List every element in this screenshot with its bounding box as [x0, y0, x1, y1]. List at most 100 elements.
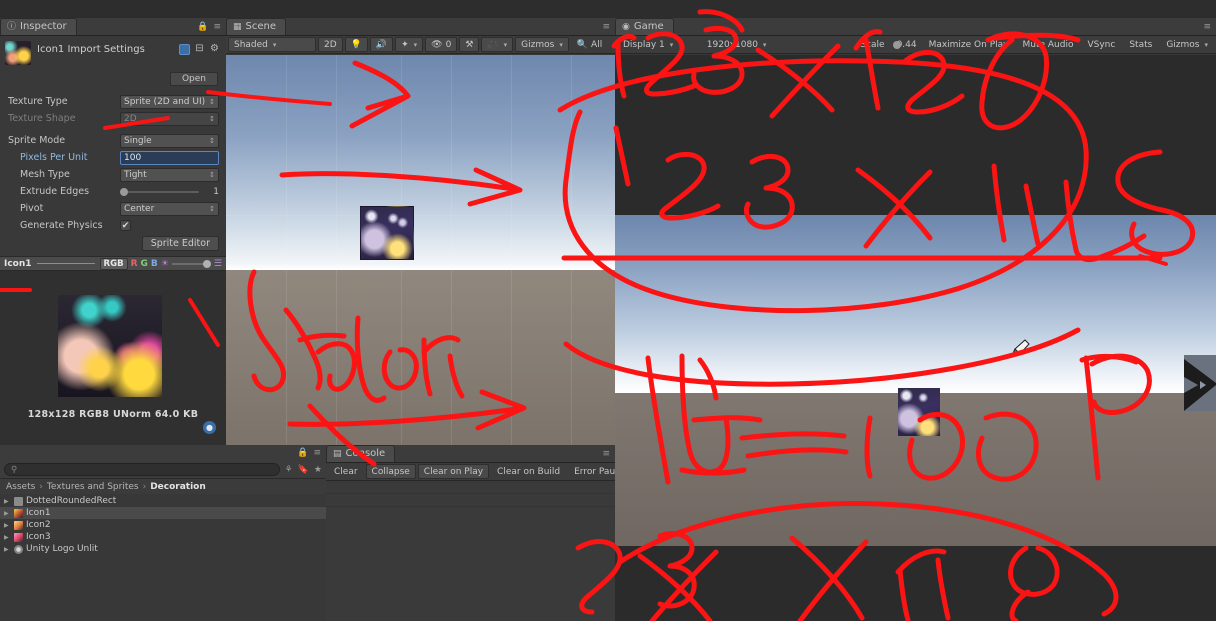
game-tabbar: ◉ Game ≡	[615, 18, 1216, 36]
fx-icon[interactable]: ✦	[395, 37, 424, 52]
list-item[interactable]: ▶ Icon1	[0, 507, 326, 519]
game-sky	[615, 215, 1216, 393]
scale-label: Scale	[860, 39, 885, 50]
pivot-dropdown[interactable]: Center	[120, 201, 219, 216]
stats-button[interactable]: Stats	[1123, 37, 1158, 52]
inspector-header-icons: ⊟ ⚙	[179, 41, 220, 55]
layers-icon[interactable]: ⊟	[194, 44, 205, 55]
chevron-right-icon[interactable]: ▶	[4, 522, 9, 529]
scale-slider-knob[interactable]	[892, 40, 901, 49]
menu-icon[interactable]: ≡	[602, 22, 610, 32]
rect-sprite-icon	[14, 496, 23, 506]
eye-icon[interactable]: 👁 0	[425, 37, 458, 52]
channel-b-toggle[interactable]: B	[151, 259, 158, 269]
sprite-editor-button[interactable]: Sprite Editor	[141, 236, 219, 251]
chevron-right-icon[interactable]: ▶	[4, 546, 9, 553]
lock-icon[interactable]: 🔒	[297, 448, 308, 458]
mute-audio-button[interactable]: Mute Audio	[1016, 37, 1079, 52]
tools-icon[interactable]: ⚒	[459, 37, 480, 52]
tab-console[interactable]: ▤ Console	[326, 445, 396, 462]
chevron-right-icon[interactable]: ▶	[4, 510, 9, 517]
breadcrumb-current: Decoration	[150, 481, 206, 492]
camera-icon[interactable]: 🎥	[481, 37, 514, 52]
scene-sprite-object[interactable]	[360, 206, 414, 260]
inspector-panel: ⓘ Inspector 🔒 ≡ Icon1 Import Settings ⊟ …	[0, 18, 226, 463]
breadcrumb-root[interactable]: Assets	[6, 482, 35, 492]
tab-game[interactable]: ◉ Game	[615, 18, 674, 35]
maximize-on-play-button[interactable]: Maximize On Play	[923, 37, 1015, 52]
channel-g-toggle[interactable]: G	[141, 259, 148, 269]
resolution-dropdown[interactable]: 1920x1080	[701, 37, 853, 52]
channel-r-toggle[interactable]: R	[131, 259, 138, 269]
collapse-button[interactable]: Collapse	[365, 464, 416, 479]
toggle-2d[interactable]: 2D	[318, 37, 343, 52]
slider-track[interactable]	[120, 187, 199, 196]
scene-viewport[interactable]	[226, 55, 615, 445]
menu-icon[interactable]: ≡	[313, 448, 321, 458]
chevron-right-icon[interactable]: ▶	[4, 534, 9, 541]
mip-icon[interactable]: ☰	[214, 259, 222, 269]
game-gizmos-dropdown[interactable]: Gizmos	[1160, 37, 1214, 52]
asset-name: Icon3	[26, 532, 51, 542]
preset-icon[interactable]	[179, 44, 190, 55]
game-viewport[interactable]	[615, 55, 1216, 621]
display-dropdown[interactable]: Display 1	[617, 37, 699, 52]
game-tab-actions: ≡	[1203, 18, 1216, 35]
console-toolbar: Clear Collapse Clear on Play Clear on Bu…	[326, 463, 695, 481]
gizmos-dropdown[interactable]: Gizmos	[515, 37, 569, 52]
console-log-area[interactable]	[326, 481, 615, 621]
asset-name: DottedRoundedRect	[26, 496, 117, 506]
gear-icon[interactable]: ⚙	[209, 44, 220, 55]
list-item[interactable]: ▶ Icon2	[0, 519, 326, 531]
sprite-preview-area: 128x128 RGB8 UNorm 64.0 KB ●	[0, 271, 226, 446]
game-icon: ◉	[622, 21, 630, 32]
inspector-header: Icon1 Import Settings ⊟ ⚙	[0, 36, 226, 72]
list-item[interactable]: ▶ Unity Logo Unlit	[0, 543, 326, 555]
audio-icon[interactable]: 🔊	[369, 37, 394, 52]
sprite-mode-dropdown[interactable]: Single	[120, 133, 219, 148]
inspector-tab-actions: 🔒 ≡	[197, 18, 226, 35]
clear-button[interactable]: Clear	[328, 464, 364, 479]
menu-icon[interactable]: ≡	[213, 22, 221, 32]
project-panel: 🔒 ≡ ⚲ ⚘ 🔖 ★ Assets › Textures and Sprite…	[0, 445, 326, 621]
texture-type-dropdown[interactable]: Sprite (2D and UI)	[120, 94, 219, 109]
menu-icon[interactable]: ≡	[1203, 22, 1211, 32]
breadcrumb-mid[interactable]: Textures and Sprites	[47, 482, 139, 492]
console-row	[326, 481, 615, 494]
draw-mode-dropdown[interactable]: Shaded	[228, 37, 316, 52]
asset-name: Icon1	[26, 508, 51, 518]
lock-icon[interactable]: 🔒	[197, 22, 208, 32]
slider-knob[interactable]	[120, 187, 128, 196]
pixels-per-unit-input[interactable]: 100	[120, 150, 219, 165]
generate-physics-checkbox[interactable]: ✔	[120, 220, 131, 231]
extrude-edges-slider[interactable]: 1	[120, 185, 219, 199]
field-label: Sprite Mode	[8, 135, 66, 146]
tab-scene[interactable]: ▦ Scene	[226, 18, 287, 35]
clear-on-play-button[interactable]: Clear on Play	[417, 464, 490, 479]
vsync-button[interactable]: VSync	[1081, 37, 1121, 52]
alpha-icon[interactable]: ☀	[161, 259, 169, 269]
search-input[interactable]: ⚲	[4, 463, 280, 476]
list-item[interactable]: ▶ DottedRoundedRect	[0, 495, 326, 507]
list-item[interactable]: ▶ Icon3	[0, 531, 326, 543]
filter-icon[interactable]: ⚘	[285, 465, 293, 475]
mesh-type-dropdown[interactable]: Tight	[120, 167, 219, 182]
mip-slider[interactable]	[171, 259, 211, 268]
tab-inspector[interactable]: ⓘ Inspector	[0, 18, 77, 35]
rgb-toggle[interactable]: RGB	[99, 257, 128, 270]
label-icon[interactable]: 🔖	[298, 465, 309, 475]
pick-icon[interactable]: ●	[203, 421, 216, 434]
clear-on-build-button[interactable]: Clear on Build	[491, 464, 566, 479]
mip-slider-knob[interactable]	[202, 259, 211, 268]
light-icon[interactable]: 💡	[344, 37, 368, 52]
icon2-sprite-icon	[14, 520, 23, 530]
chevron-right-icon[interactable]: ▶	[4, 498, 9, 505]
texture-shape-dropdown: 2D	[120, 111, 219, 126]
open-button[interactable]: Open	[169, 72, 218, 86]
star-icon[interactable]: ★	[314, 465, 322, 475]
field-mesh-type: Mesh Type Tight	[8, 167, 219, 182]
menu-icon[interactable]: ≡	[602, 449, 610, 459]
scene-icon: ▦	[233, 21, 242, 32]
scene-search-input[interactable]: 🔍 All	[571, 37, 613, 52]
scene-nav-gizmo[interactable]	[1184, 355, 1216, 411]
